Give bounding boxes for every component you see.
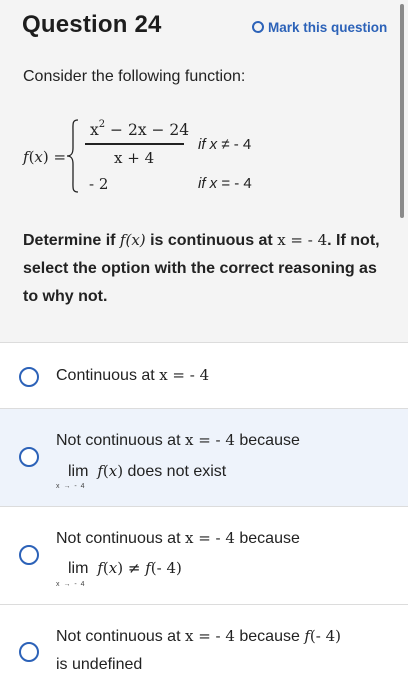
question-title: Question 24 xyxy=(22,11,162,38)
radio-button[interactable] xyxy=(19,367,39,387)
limit-subscript: x → - 4 xyxy=(56,581,86,588)
option-label: Not continuous at x = - 4 because xyxy=(56,529,300,547)
scrollbar[interactable] xyxy=(400,4,404,218)
question-panel: Question 24 Mark this question Consider … xyxy=(0,0,408,342)
case2-value: - 2 xyxy=(89,175,109,193)
option-label: Not continuous at x = - 4 because f(- 4) xyxy=(56,627,341,645)
circle-icon xyxy=(252,21,264,33)
question-intro: Consider the following function: xyxy=(23,68,246,85)
limit-expression: lim f(x) does not exist xyxy=(68,462,227,480)
question-prompt: Determine if f(x) is continuous at x = -… xyxy=(23,231,380,305)
case2-condition: if x = - 4 xyxy=(198,175,252,192)
fraction-numerator: x2 − 2x − 24 xyxy=(90,119,190,140)
radio-button[interactable] xyxy=(19,447,39,467)
fraction-bar xyxy=(85,143,184,145)
option-undefined[interactable]: Not continuous at x = - 4 because f(- 4)… xyxy=(0,604,408,700)
mark-question-button[interactable]: Mark this question xyxy=(252,18,387,36)
option-continuous[interactable]: Continuous at x = - 4 xyxy=(0,342,408,408)
limit-subscript: x → - 4 xyxy=(56,483,86,490)
radio-button[interactable] xyxy=(19,642,39,662)
option-label-line2: is undefined xyxy=(56,656,143,673)
option-label: Continuous at x = - 4 xyxy=(56,366,210,384)
option-limit-not-equal[interactable]: Not continuous at x = - 4 because lim f(… xyxy=(0,506,408,604)
left-brace-icon xyxy=(66,119,79,193)
function-name: f(x) = xyxy=(23,148,67,166)
fraction-denominator: x + 4 xyxy=(114,149,155,167)
mark-question-label: Mark this question xyxy=(268,19,388,35)
radio-button[interactable] xyxy=(19,545,39,565)
limit-expression: lim f(x) ≠ f(- 4) xyxy=(68,559,182,577)
option-limit-not-exist[interactable]: Not continuous at x = - 4 because lim f(… xyxy=(0,408,408,506)
option-label: Not continuous at x = - 4 because xyxy=(56,431,300,449)
case1-condition: if x ≠ - 4 xyxy=(198,136,252,153)
